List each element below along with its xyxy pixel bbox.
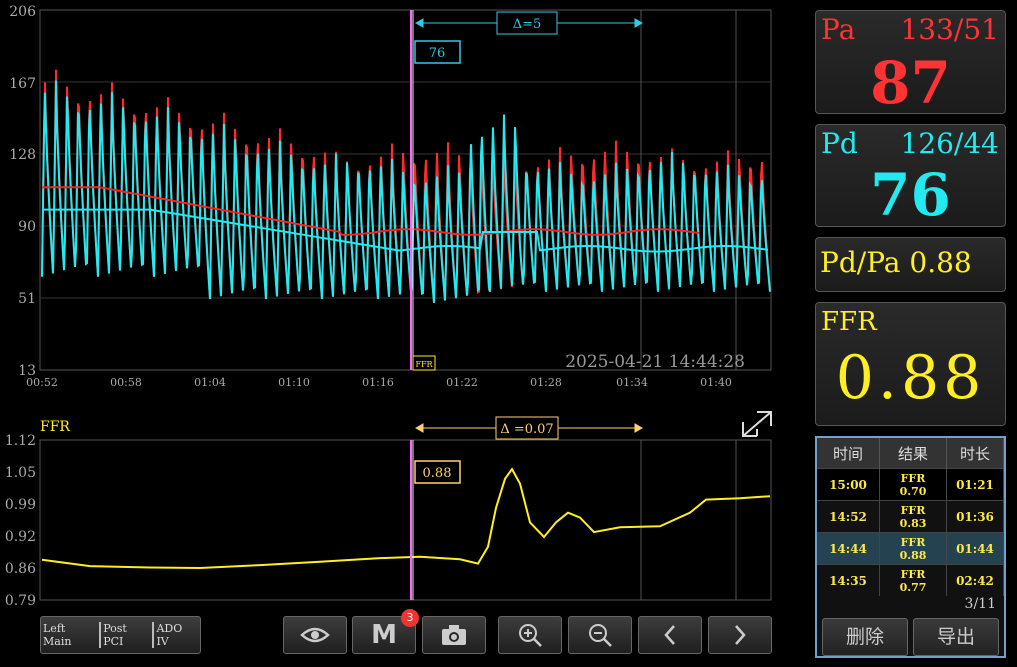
- y-tick: 0.92: [5, 529, 36, 545]
- pd-value: 76: [870, 161, 951, 229]
- row-time: 14:35: [817, 564, 880, 596]
- row-result: FFR 0.83: [879, 500, 947, 533]
- ffr-delta-label: Δ =0.07: [500, 422, 553, 437]
- pressure-chart[interactable]: 206 167 128 90 51 13 00:52 00:58 01:04 0…: [0, 0, 800, 395]
- eye-icon: [300, 627, 330, 643]
- pa-label: Pa: [821, 13, 856, 46]
- camera-icon: [442, 625, 466, 645]
- row-duration: 01:36: [946, 500, 1004, 533]
- y-tick: 1.12: [5, 433, 36, 449]
- x-tick: 01:16: [362, 376, 394, 389]
- zoom-out-icon: [589, 624, 612, 647]
- x-tick: 00:52: [26, 376, 58, 389]
- y-tick: 167: [9, 76, 36, 92]
- row-time: 14:52: [817, 500, 880, 533]
- ffr-marker: FFR: [415, 360, 433, 369]
- y-tick: 90: [18, 219, 36, 235]
- pa-value: 87: [870, 49, 951, 117]
- x-tick: 00:58: [110, 376, 142, 389]
- row-time: 14:44: [817, 532, 880, 565]
- ffr-chart-label: FFR: [40, 419, 70, 435]
- segment-tag[interactable]: ADO IV: [152, 622, 200, 648]
- export-button[interactable]: 导出: [913, 618, 999, 656]
- y-tick: 128: [9, 147, 36, 163]
- x-tick: 01:22: [446, 376, 478, 389]
- col-time: 时间: [817, 438, 880, 469]
- pd-pa-ratio-panel: Pd/Pa 0.88: [815, 237, 1006, 292]
- pressure-y-axis: 206 167 128 90 51 13: [9, 4, 36, 379]
- pd-range: 126/44: [900, 127, 999, 160]
- ffr-y-axis: 1.12 1.05 0.99 0.92 0.86 0.79: [5, 433, 36, 609]
- history-row[interactable]: 14:35 FFR 0.77 02:42: [817, 564, 1004, 596]
- zoom-out-button[interactable]: [568, 616, 632, 654]
- pa-panel: Pa 133/51 87: [815, 10, 1006, 117]
- history-row-selected[interactable]: 14:44 FFR 0.88 01:44: [817, 532, 1004, 565]
- pressure-x-axis: 00:52 00:58 01:04 01:10 01:16 01:22 01:2…: [26, 376, 732, 389]
- row-time: 15:00: [817, 468, 880, 501]
- marker-label: M: [371, 620, 397, 650]
- col-duration: 时长: [946, 438, 1004, 469]
- row-duration: 02:42: [946, 564, 1004, 596]
- x-tick: 01:10: [278, 376, 310, 389]
- history-row[interactable]: 15:00 FFR 0.70 01:21: [817, 468, 1004, 501]
- history-table: 时间 结果 时长 15:00 FFR 0.70 01:21 14:52 FFR 0.…: [817, 438, 1004, 596]
- y-tick: 0.99: [5, 497, 36, 513]
- view-button[interactable]: [283, 616, 347, 654]
- zoom-in-button[interactable]: [498, 616, 562, 654]
- row-result: FFR 0.88: [879, 532, 947, 565]
- cursor-value: 76: [429, 46, 446, 61]
- row-result: FFR 0.77: [879, 564, 947, 596]
- y-tick: 0.86: [5, 561, 36, 577]
- zoom-in-icon: [519, 624, 542, 647]
- history-row[interactable]: 14:52 FFR 0.83 01:36: [817, 500, 1004, 533]
- marker-count-badge: 3: [401, 609, 419, 627]
- x-tick: 01:40: [700, 376, 732, 389]
- fullscreen-icon[interactable]: [742, 411, 772, 437]
- ffr-value: 0.88: [835, 343, 986, 413]
- row-duration: 01:44: [946, 532, 1004, 565]
- pd-panel: Pd 126/44 76: [815, 124, 1006, 229]
- x-tick: 01:28: [530, 376, 562, 389]
- ffr-chart[interactable]: FFR 1.12 1.05 0.99 0.92 0.86 0.79 Δ =0.0…: [0, 400, 800, 610]
- y-tick: 1.05: [5, 465, 36, 481]
- y-tick: 0.79: [5, 593, 36, 609]
- ffr-panel-label: FFR: [821, 307, 877, 337]
- previous-button[interactable]: [638, 616, 702, 654]
- chevron-right-icon: [735, 625, 746, 645]
- y-tick: 206: [9, 4, 36, 20]
- ffr-panel: FFR 0.88: [815, 302, 1006, 426]
- segment-tags[interactable]: Left Main Post PCI ADO IV: [40, 616, 201, 654]
- pd-label: Pd: [821, 127, 858, 160]
- col-result: 结果: [879, 438, 947, 469]
- history-header: 时间 结果 时长: [817, 438, 1004, 469]
- timestamp: 2025-04-21 14:44:28: [565, 352, 745, 372]
- delete-button[interactable]: 删除: [822, 618, 908, 656]
- chevron-left-icon: [664, 625, 675, 645]
- pd-pa-ratio: Pd/Pa 0.88: [820, 246, 972, 279]
- history-page-indicator: 3/11: [964, 596, 996, 612]
- next-button[interactable]: [708, 616, 772, 654]
- snapshot-button[interactable]: [422, 616, 486, 654]
- x-tick: 01:04: [194, 376, 226, 389]
- x-tick: 01:34: [616, 376, 648, 389]
- history-panel: 时间 结果 时长 15:00 FFR 0.70 01:21 14:52 FFR 0.…: [815, 436, 1006, 658]
- segment-tag[interactable]: Post PCI: [99, 622, 152, 648]
- delta-label: Δ=5: [513, 17, 542, 32]
- pa-range: 133/51: [900, 13, 999, 46]
- segment-tag[interactable]: Left Main: [41, 622, 99, 648]
- y-tick: 51: [18, 291, 36, 307]
- ffr-plot-area: [39, 439, 772, 601]
- row-result: FFR 0.70: [879, 468, 947, 501]
- row-duration: 01:21: [946, 468, 1004, 501]
- ffr-cursor-value: 0.88: [423, 466, 452, 481]
